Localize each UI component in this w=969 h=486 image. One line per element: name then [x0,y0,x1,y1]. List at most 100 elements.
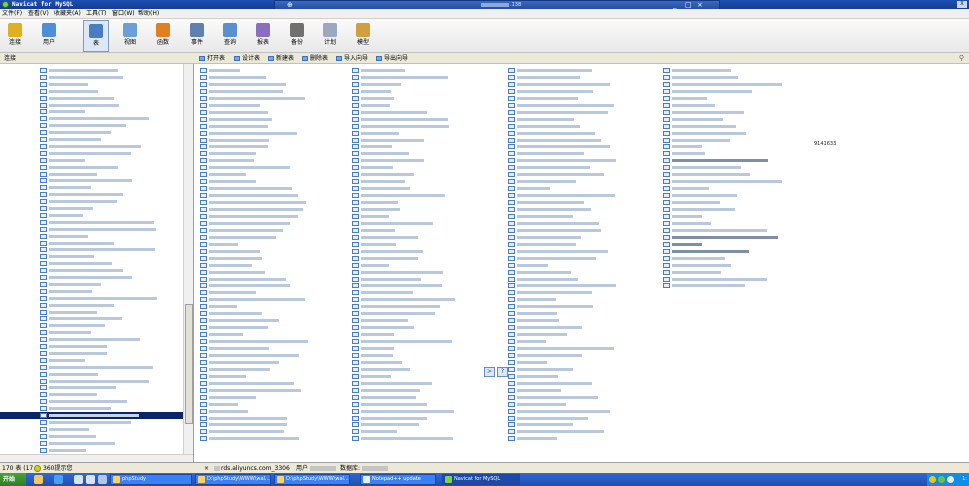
table-item[interactable] [508,421,576,428]
table-item[interactable] [663,234,781,241]
menu-view[interactable]: 查看(V) [28,9,49,19]
table-item[interactable] [508,359,550,366]
table-item[interactable] [352,74,451,81]
table-item[interactable] [663,206,738,213]
table-item[interactable] [508,81,613,88]
task-explorer-2[interactable]: D:\phpStudy\WWW\wal... [274,474,350,485]
table-item[interactable] [200,220,293,227]
table-item[interactable] [200,435,302,442]
tray-network-icon[interactable] [947,476,954,483]
table-item[interactable] [663,123,739,130]
task-phpstudy[interactable]: phpStudy [110,474,192,485]
table-list-panel[interactable]: 9141633 [196,64,969,462]
table-item[interactable] [200,282,293,289]
table-item[interactable] [352,150,412,157]
table-item[interactable] [352,178,408,185]
table-item[interactable] [508,303,596,310]
table-item[interactable] [200,373,249,380]
table-item[interactable] [352,199,401,206]
table-item[interactable] [200,338,311,345]
table-item[interactable] [352,213,392,220]
table-item[interactable] [508,164,593,171]
help-button[interactable]: ? [497,367,508,377]
table-item[interactable] [508,213,576,220]
table-item[interactable] [200,67,243,74]
table-item[interactable] [663,248,752,255]
table-item[interactable] [200,324,271,331]
table-item[interactable] [200,74,269,81]
table-item[interactable] [200,185,295,192]
table-item[interactable] [352,394,419,401]
table-item[interactable] [508,269,574,276]
toolbar-backup-button[interactable]: 备份 [284,20,310,52]
task-notepad-update[interactable]: Notepad++ update [360,474,436,485]
table-item[interactable] [200,303,240,310]
import-wizard-button[interactable]: 导入向导 [335,54,368,63]
table-item[interactable] [352,137,427,144]
table-item[interactable] [200,366,273,373]
table-item[interactable] [663,74,741,81]
table-item[interactable] [200,345,272,352]
table-item[interactable] [200,394,259,401]
table-item[interactable] [508,387,564,394]
table-item[interactable] [508,234,584,241]
new-table-button[interactable]: 新建表 [267,54,294,63]
table-item[interactable] [352,317,411,324]
table-item[interactable] [200,428,287,435]
table-item[interactable] [508,123,583,130]
table-item[interactable] [200,408,251,415]
table-item[interactable] [508,276,581,283]
table-item[interactable] [200,401,241,408]
table-item[interactable] [508,95,581,102]
table-item[interactable] [352,130,402,137]
table-item[interactable] [508,185,553,192]
table-item[interactable] [200,310,265,317]
table-item[interactable] [663,102,718,109]
table-item[interactable] [352,248,426,255]
table-item[interactable] [352,296,458,303]
table-item[interactable] [663,276,770,283]
table-item[interactable] [663,109,747,116]
table-item[interactable] [352,331,397,338]
table-item[interactable] [508,67,595,74]
table-item[interactable] [200,380,297,387]
table-item[interactable] [200,192,301,199]
table-item[interactable] [200,88,286,95]
table-item[interactable] [508,435,560,442]
table-item[interactable] [352,157,427,164]
table-item[interactable] [663,67,734,74]
toolbar-function-button[interactable]: 函数 [150,20,176,52]
table-item[interactable] [200,317,282,324]
table-item[interactable] [352,102,393,109]
table-item[interactable] [508,262,551,269]
table-item[interactable] [508,338,549,345]
table-item[interactable] [352,192,448,199]
table-item[interactable] [352,352,396,359]
table-item[interactable] [508,415,591,422]
table-item[interactable] [352,164,396,171]
remote-minimize-button[interactable]: _ [673,1,677,9]
toolbar-report-button[interactable]: 报表 [250,20,276,52]
table-item[interactable] [352,282,445,289]
table-item[interactable] [508,366,576,373]
table-item[interactable] [200,95,308,102]
table-item[interactable] [352,435,456,442]
toolbar-user-button[interactable]: 用户 [36,20,62,52]
pin-icon[interactable]: ⊕ [287,1,293,9]
table-item[interactable] [200,421,290,428]
menu-file[interactable]: 文件(F) [2,9,22,19]
table-item[interactable] [508,373,561,380]
table-item[interactable] [352,408,457,415]
task-explorer-1[interactable]: D:\phpStudy\WWW\wal... [195,474,271,485]
table-item[interactable] [352,289,416,296]
table-item[interactable] [200,289,259,296]
tray-360-icon[interactable] [929,476,936,483]
table-item[interactable] [663,143,705,150]
table-item[interactable] [352,380,435,387]
table-item[interactable] [663,95,710,102]
table-item[interactable] [352,123,452,130]
table-item[interactable] [200,262,255,269]
table-item[interactable] [352,67,408,74]
quicklaunch-explorer-icon[interactable] [98,475,107,484]
quicklaunch-folder-icon[interactable] [34,475,43,484]
